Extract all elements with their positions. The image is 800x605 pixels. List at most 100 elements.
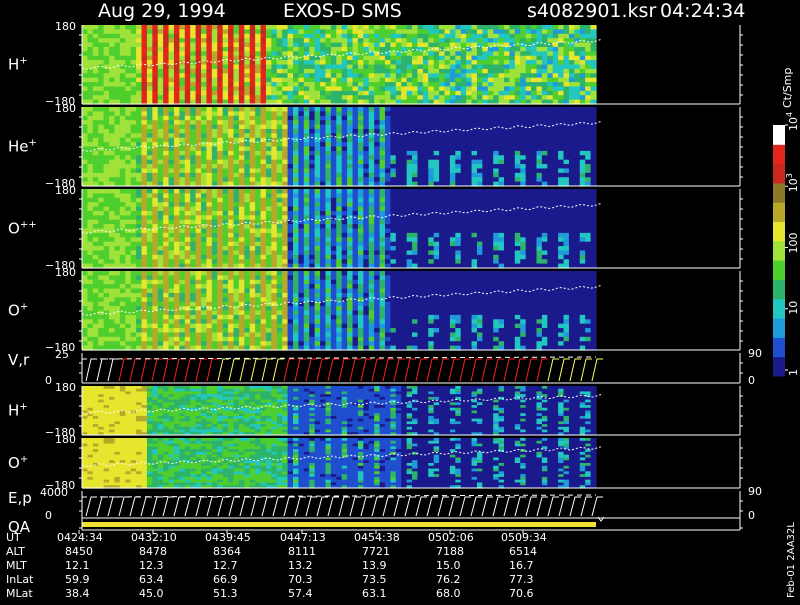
- heatmap-cell: [325, 29, 331, 34]
- heatmap-cell: [472, 65, 478, 70]
- heatmap-cell: [434, 211, 440, 216]
- heatmap-cell: [120, 151, 126, 156]
- heatmap-cell: [239, 173, 245, 178]
- heatmap-cell: [152, 91, 158, 96]
- heatmap-cell: [309, 151, 315, 156]
- heatmap-cell: [477, 215, 483, 220]
- heatmap-cell: [396, 107, 402, 112]
- heatmap-cell: [417, 43, 423, 48]
- heatmap-cell: [461, 259, 467, 264]
- heatmap-cell: [98, 82, 104, 87]
- heatmap-cell: [82, 189, 88, 194]
- heatmap-cell: [450, 177, 456, 182]
- heatmap-cell: [266, 116, 272, 121]
- heatmap-cell: [353, 177, 359, 182]
- heatmap-cell: [114, 237, 120, 242]
- heatmap-cell: [239, 250, 245, 255]
- heatmap-cell: [304, 151, 310, 156]
- heatmap-cell: [152, 193, 158, 198]
- heatmap-cell: [493, 120, 499, 125]
- heatmap-cell: [493, 202, 499, 207]
- heatmap-cell: [385, 73, 391, 78]
- heatmap-cell: [363, 95, 369, 100]
- heatmap-cell: [239, 38, 245, 43]
- heatmap-cell: [190, 250, 196, 255]
- heatmap-cell: [114, 86, 120, 91]
- heatmap-cell: [542, 168, 548, 173]
- heatmap-cell: [428, 155, 434, 160]
- heatmap-cell: [499, 242, 505, 247]
- heatmap-cell: [353, 233, 359, 238]
- heatmap-cell: [493, 107, 499, 112]
- heatmap-cell: [353, 229, 359, 234]
- heatmap-cell: [374, 125, 380, 130]
- heatmap-cell: [174, 211, 180, 216]
- heatmap-cell: [185, 86, 191, 91]
- heatmap-cell: [461, 207, 467, 212]
- heatmap-cell: [288, 125, 294, 130]
- heatmap-cell: [580, 129, 586, 134]
- heatmap-cell: [482, 65, 488, 70]
- heatmap-cell: [455, 51, 461, 56]
- heatmap-cell: [163, 51, 169, 56]
- heatmap-cell: [423, 34, 429, 39]
- heatmap-cell: [179, 56, 185, 61]
- heatmap-cell: [472, 255, 478, 260]
- heatmap-cell: [509, 86, 515, 91]
- heatmap-cell: [358, 34, 364, 39]
- heatmap-cell: [152, 120, 158, 125]
- heatmap-cell: [228, 65, 234, 70]
- heatmap-cell: [461, 29, 467, 34]
- heatmap-cell: [325, 151, 331, 156]
- heatmap-cell: [509, 65, 515, 70]
- heatmap-cell: [488, 224, 494, 229]
- heatmap-cell: [553, 173, 559, 178]
- heatmap-cell: [412, 250, 418, 255]
- heatmap-cell: [309, 173, 315, 178]
- heatmap-cell: [580, 29, 586, 34]
- heatmap-cell: [185, 155, 191, 160]
- heatmap-cell: [526, 95, 532, 100]
- heatmap-cell: [520, 142, 526, 147]
- heatmap-cell: [558, 60, 564, 65]
- heatmap-cell: [261, 138, 267, 143]
- heatmap-cell: [179, 207, 185, 212]
- heatmap-cell: [169, 82, 175, 87]
- heatmap-cell: [304, 259, 310, 264]
- heatmap-cell: [390, 233, 396, 238]
- heatmap-cell: [380, 255, 386, 260]
- heatmap-cell: [585, 29, 591, 34]
- heatmap-cell: [358, 259, 364, 264]
- heatmap-cell: [233, 73, 239, 78]
- heatmap-cell: [358, 82, 364, 87]
- heatmap-cell: [131, 47, 137, 52]
- heatmap-cell: [531, 133, 537, 138]
- heatmap-cell: [428, 60, 434, 65]
- heatmap-cell: [120, 250, 126, 255]
- heatmap-cell: [147, 138, 153, 143]
- heatmap-cell: [288, 133, 294, 138]
- heatmap-cell: [585, 155, 591, 160]
- heatmap-cell: [553, 133, 559, 138]
- heatmap-cell: [223, 160, 229, 165]
- heatmap-cell: [125, 78, 131, 83]
- heatmap-cell: [455, 160, 461, 165]
- heatmap-cell: [347, 95, 353, 100]
- heatmap-cell: [385, 91, 391, 96]
- heatmap-cell: [277, 255, 283, 260]
- heatmap-cell: [201, 215, 207, 220]
- heatmap-cell: [196, 233, 202, 238]
- heatmap-cell: [542, 95, 548, 100]
- heatmap-cell: [504, 259, 510, 264]
- heatmap-cell: [591, 86, 597, 91]
- heatmap-cell: [309, 25, 315, 30]
- heatmap-cell: [196, 151, 202, 156]
- heatmap-cell: [412, 177, 418, 182]
- heatmap-cell: [482, 95, 488, 100]
- heatmap-cell: [493, 220, 499, 225]
- heatmap-cell: [190, 51, 196, 56]
- heatmap-cell: [250, 177, 256, 182]
- heatmap-cell: [342, 202, 348, 207]
- heatmap-cell: [325, 120, 331, 125]
- heatmap-cell: [261, 78, 267, 83]
